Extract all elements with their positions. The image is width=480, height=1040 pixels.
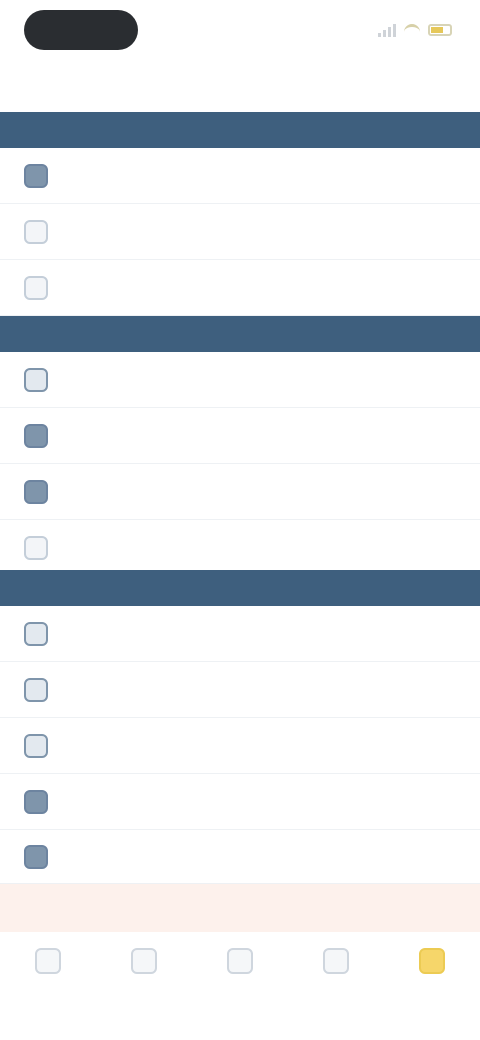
list-item[interactable] — [0, 774, 480, 830]
list-item[interactable] — [0, 148, 480, 204]
tab-icon — [35, 948, 61, 974]
app-icon — [24, 423, 48, 448]
list-item[interactable] — [0, 830, 480, 884]
tab-2[interactable] — [104, 948, 184, 984]
app-icon — [24, 219, 48, 244]
app-icon — [24, 163, 48, 188]
battery-icon — [428, 24, 452, 36]
tab-5[interactable] — [392, 948, 472, 984]
status-indicators — [378, 22, 452, 38]
app-icon — [24, 677, 48, 702]
list-item[interactable] — [0, 520, 480, 576]
section-header-3 — [0, 570, 480, 606]
list-item[interactable] — [0, 408, 480, 464]
list-item[interactable] — [0, 718, 480, 774]
tab-icon — [323, 948, 349, 974]
info-banner[interactable] — [0, 884, 480, 932]
tab-bar — [0, 932, 480, 1040]
app-icon — [24, 733, 48, 758]
tab-1[interactable] — [8, 948, 88, 984]
list-item[interactable] — [0, 464, 480, 520]
status-bar — [0, 0, 480, 64]
signal-icon — [378, 23, 396, 37]
app-icon — [24, 367, 48, 392]
app-icon — [24, 275, 48, 300]
wifi-icon — [404, 24, 420, 36]
status-time — [24, 10, 138, 50]
tab-icon — [419, 948, 445, 974]
list-item[interactable] — [0, 204, 480, 260]
tab-icon — [227, 948, 253, 974]
list-item[interactable] — [0, 606, 480, 662]
list-item[interactable] — [0, 352, 480, 408]
tab-icon — [131, 948, 157, 974]
app-icon — [24, 789, 48, 814]
list-item[interactable] — [0, 662, 480, 718]
tab-4[interactable] — [296, 948, 376, 984]
tab-3[interactable] — [200, 948, 280, 984]
app-icon — [24, 479, 48, 504]
section-header-1 — [0, 112, 480, 148]
app-icon — [24, 621, 48, 646]
app-icon — [24, 535, 48, 560]
app-icon — [24, 844, 48, 869]
navigation-header — [0, 64, 480, 112]
section-header-2 — [0, 316, 480, 352]
list-item[interactable] — [0, 260, 480, 316]
